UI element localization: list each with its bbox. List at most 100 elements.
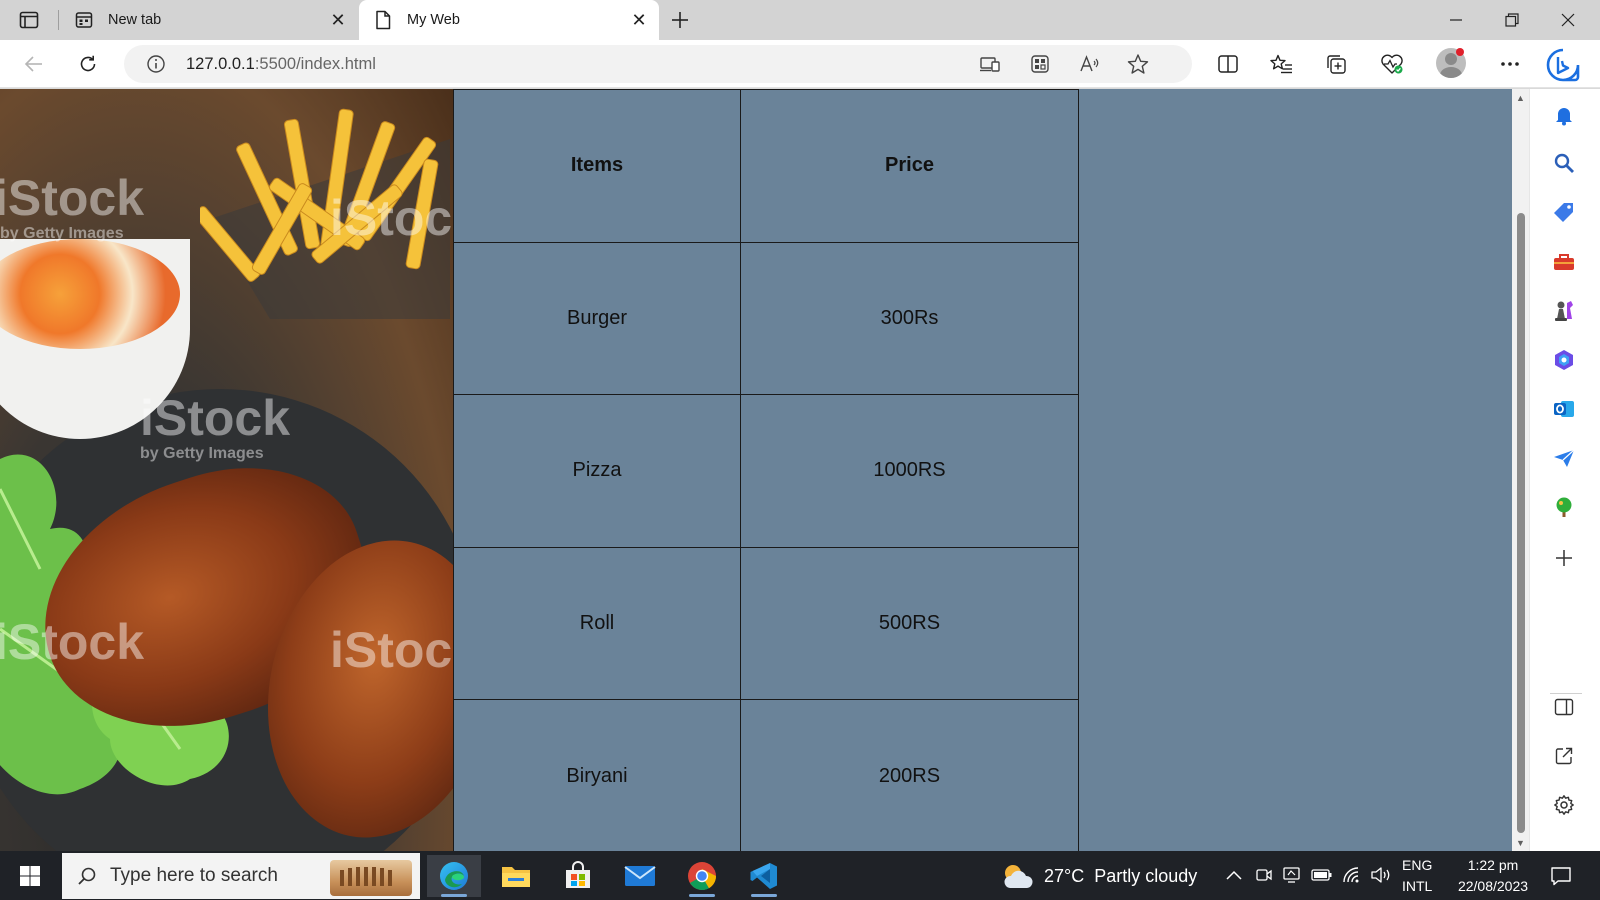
sidebar-add-button[interactable] xyxy=(1548,542,1580,574)
tray-volume[interactable] xyxy=(1369,863,1393,887)
address-bar[interactable]: 127.0.0.1:5500/index.html xyxy=(124,45,1192,83)
tab-title: My Web xyxy=(407,12,460,28)
settings-more-button[interactable] xyxy=(1494,48,1526,80)
sidebar-tree[interactable] xyxy=(1548,491,1580,523)
document-icon xyxy=(373,10,393,30)
tab-actions-button[interactable] xyxy=(12,8,46,32)
bell-icon xyxy=(1556,108,1572,126)
close-window-button[interactable] xyxy=(1540,0,1596,40)
tray-battery[interactable] xyxy=(1310,863,1334,887)
vscode-icon xyxy=(750,863,777,889)
taskbar-store[interactable] xyxy=(551,855,605,897)
read-aloud-icon[interactable] xyxy=(1076,50,1104,78)
watermark-subtext: by Getty Images xyxy=(140,445,264,462)
partly-cloudy-icon xyxy=(1000,861,1034,891)
collections-button[interactable] xyxy=(1320,48,1352,80)
clock-time: 1:22 pm xyxy=(1467,857,1519,873)
folder-icon xyxy=(502,867,530,887)
qr-code-icon[interactable] xyxy=(1026,50,1054,78)
table-header-row: Items Price xyxy=(453,89,1079,243)
search-highlight-image[interactable] xyxy=(330,860,412,896)
collections-icon xyxy=(1327,55,1346,74)
close-icon xyxy=(1561,13,1575,27)
copilot-button[interactable] xyxy=(1543,45,1583,85)
taskbar-mail[interactable] xyxy=(613,855,667,897)
watermark-text: iStock xyxy=(0,170,145,226)
shopping-tag-icon xyxy=(1554,203,1573,222)
close-tab-icon[interactable]: ✕ xyxy=(324,6,352,34)
bing-chat-icon xyxy=(1546,48,1580,82)
new-tab-button[interactable] xyxy=(666,6,694,34)
scrollbar-thumb[interactable] xyxy=(1517,213,1525,833)
sidebar-microsoft-365[interactable] xyxy=(1548,344,1580,376)
sidebar-search[interactable] xyxy=(1548,147,1580,179)
refresh-button[interactable] xyxy=(72,48,104,80)
more-dots-icon xyxy=(1501,62,1519,66)
scroll-down-arrow-icon[interactable]: ▼ xyxy=(1512,834,1529,851)
windows-logo-icon xyxy=(20,866,40,886)
tab-separator xyxy=(58,10,59,30)
notification-center-button[interactable] xyxy=(1548,863,1574,889)
item-cell: Roll xyxy=(453,546,741,701)
back-button[interactable] xyxy=(18,48,50,80)
restore-button[interactable] xyxy=(1484,0,1540,40)
taskbar-clock[interactable]: 1:22 pm 22/08/2023 xyxy=(1446,855,1540,897)
weather-widget[interactable]: 27°C Partly cloudy xyxy=(1000,859,1197,893)
favorite-star-icon[interactable] xyxy=(1124,50,1152,78)
outlook-icon xyxy=(1554,401,1574,417)
sidebar-shopping[interactable] xyxy=(1548,196,1580,228)
external-link-icon xyxy=(1555,747,1573,765)
speech-bubble-icon xyxy=(1551,867,1571,886)
start-button[interactable] xyxy=(8,859,52,893)
show-hidden-icons[interactable] xyxy=(1222,863,1246,887)
minimize-button[interactable] xyxy=(1428,0,1484,40)
display-icon xyxy=(1283,867,1300,883)
sidebar-hide-button[interactable] xyxy=(1548,691,1580,723)
sidebar-drop[interactable] xyxy=(1548,442,1580,474)
tab-my-web[interactable]: My Web ✕ xyxy=(359,0,659,40)
tab-actions-icon xyxy=(19,11,39,29)
taskbar-chrome[interactable] xyxy=(675,855,729,897)
scroll-up-arrow-icon[interactable]: ▲ xyxy=(1512,89,1529,106)
close-tab-icon[interactable]: ✕ xyxy=(625,6,653,34)
taskbar-vscode[interactable] xyxy=(737,855,791,897)
price-cell: 300Rs xyxy=(740,241,1079,396)
tray-meet[interactable] xyxy=(1252,863,1276,887)
plus-icon xyxy=(672,12,688,28)
keyboard-layout: INTL xyxy=(1402,878,1433,894)
item-cell: Burger xyxy=(453,241,741,396)
sidebar-notifications[interactable] xyxy=(1548,99,1580,131)
plus-icon xyxy=(1556,550,1572,566)
edge-sidebar xyxy=(1529,89,1600,851)
store-icon xyxy=(566,861,590,888)
sidebar-tools[interactable] xyxy=(1548,246,1580,278)
browser-essentials-button[interactable] xyxy=(1376,48,1408,80)
notification-dot xyxy=(1456,48,1464,56)
vertical-scrollbar[interactable]: ▲ ▼ xyxy=(1512,89,1529,851)
sidebar-games[interactable] xyxy=(1548,295,1580,327)
table-row: Pizza 1000RS xyxy=(453,394,1079,548)
taskbar-search-box[interactable]: Type here to search xyxy=(62,853,420,899)
split-screen-icon xyxy=(1218,55,1238,73)
clock-date: 22/08/2023 xyxy=(1457,878,1529,894)
site-info-icon[interactable] xyxy=(146,54,166,74)
tray-wifi[interactable] xyxy=(1340,863,1364,887)
new-tab-page-icon xyxy=(74,10,94,30)
taskbar-file-explorer[interactable] xyxy=(489,855,543,897)
input-language[interactable]: ENG INTL xyxy=(1402,855,1432,897)
favorites-button[interactable] xyxy=(1266,48,1298,80)
split-screen-button[interactable] xyxy=(1212,48,1244,80)
watermark-text: iStock xyxy=(0,614,145,670)
sidebar-settings[interactable] xyxy=(1548,789,1580,821)
food-image: iStock by Getty Images iStock by Getty I… xyxy=(0,89,453,851)
tray-network-adapter[interactable] xyxy=(1280,863,1304,887)
taskbar-edge[interactable] xyxy=(427,855,481,897)
sidebar-open-external[interactable] xyxy=(1548,740,1580,772)
tab-title: New tab xyxy=(108,12,162,28)
tab-strip: New tab ✕ My Web ✕ xyxy=(0,0,1600,40)
watermark-text: iStock xyxy=(140,390,291,446)
tab-new-tab[interactable]: New tab ✕ xyxy=(60,0,358,40)
chevron-up-icon xyxy=(1226,870,1242,880)
sidebar-outlook[interactable] xyxy=(1548,393,1580,425)
app-available-icon[interactable] xyxy=(976,50,1004,78)
